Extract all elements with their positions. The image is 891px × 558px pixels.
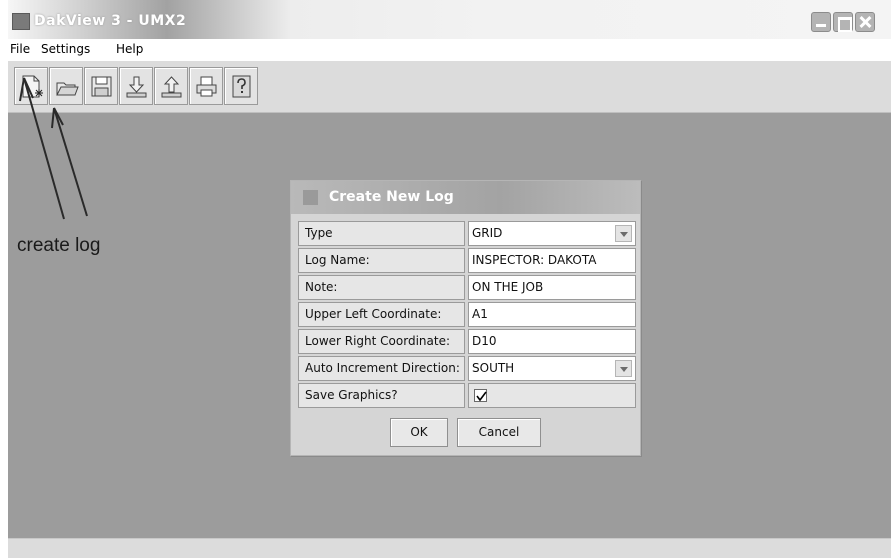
form-row-lower-right: Lower Right Coordinate: D10	[298, 329, 637, 356]
form-row-note: Note: ON THE JOB	[298, 275, 637, 302]
save-graphics-checkbox[interactable]	[474, 389, 487, 402]
checkmark-icon	[476, 391, 487, 402]
direction-select[interactable]: SOUTH	[468, 356, 636, 381]
save-graphics-cell	[468, 383, 636, 408]
create-new-log-dialog: Create New Log Type GRID Log Name: INSPE…	[290, 180, 641, 456]
dialog-title-bar: Create New Log	[291, 181, 640, 214]
note-label: Note:	[298, 275, 465, 300]
direction-value: SOUTH	[472, 361, 515, 375]
form-row-direction: Auto Increment Direction: SOUTH	[298, 356, 637, 383]
type-label: Type	[298, 221, 465, 246]
form-row-type: Type GRID	[298, 221, 637, 248]
form-row-upper-left: Upper Left Coordinate: A1	[298, 302, 637, 329]
form-row-save-graphics: Save Graphics?	[298, 383, 637, 410]
form-row-log-name: Log Name: INSPECTOR: DAKOTA	[298, 248, 637, 275]
lower-right-label: Lower Right Coordinate:	[298, 329, 465, 354]
type-select[interactable]: GRID	[468, 221, 636, 246]
annotation-label: create log	[17, 235, 101, 256]
cancel-button[interactable]: Cancel	[457, 418, 541, 447]
type-value: GRID	[472, 226, 503, 240]
chevron-down-icon[interactable]	[615, 225, 632, 242]
chevron-down-icon[interactable]	[615, 360, 632, 377]
lower-right-input[interactable]: D10	[468, 329, 636, 354]
form-rows: Type GRID Log Name: INSPECTOR: DAKOTA No…	[298, 221, 637, 410]
log-name-input[interactable]: INSPECTOR: DAKOTA	[468, 248, 636, 273]
upper-left-input[interactable]: A1	[468, 302, 636, 327]
dialog-icon	[303, 190, 318, 205]
note-input[interactable]: ON THE JOB	[468, 275, 636, 300]
upper-left-label: Upper Left Coordinate:	[298, 302, 465, 327]
ok-button[interactable]: OK	[390, 418, 448, 447]
save-graphics-label: Save Graphics?	[298, 383, 465, 408]
direction-label: Auto Increment Direction:	[298, 356, 465, 381]
log-name-label: Log Name:	[298, 248, 465, 273]
dialog-title: Create New Log	[329, 189, 454, 205]
